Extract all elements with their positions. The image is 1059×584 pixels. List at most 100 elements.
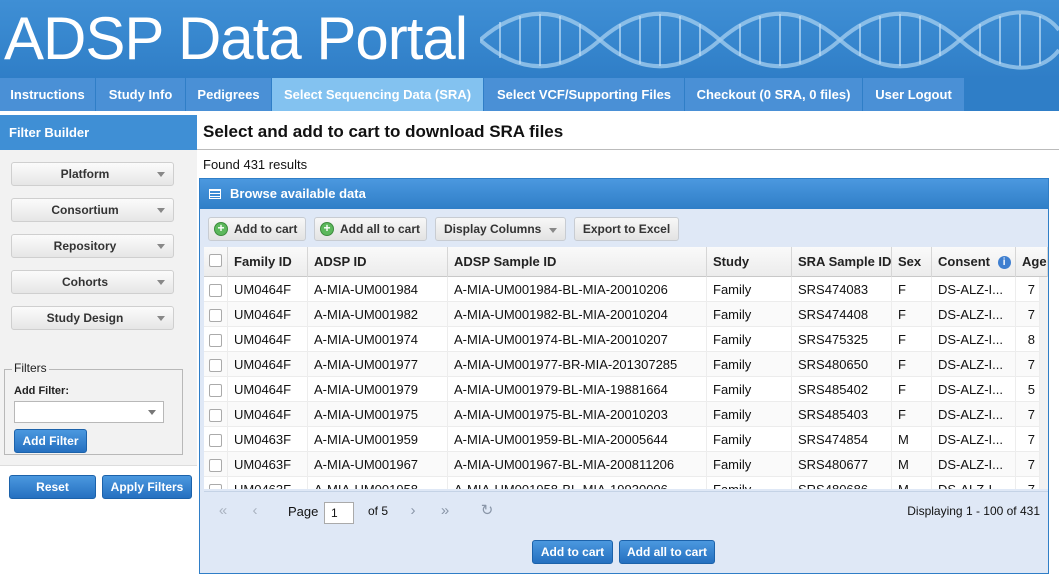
chevron-right-icon[interactable]: › <box>402 500 424 522</box>
cell-family-id: UM0463F <box>228 452 308 477</box>
tab-select-vcf-files[interactable]: Select VCF/Supporting Files <box>484 78 685 111</box>
export-to-excel-button[interactable]: Export to Excel <box>574 217 679 241</box>
tab-checkout[interactable]: Checkout (0 SRA, 0 files) <box>685 78 863 111</box>
add-to-cart-toolbar-button[interactable]: + Add to cart <box>208 217 306 241</box>
add-to-cart-label: Add to cart <box>234 222 298 236</box>
tab-user-logout[interactable]: User Logout <box>863 78 965 111</box>
col-adsp-sample-id[interactable]: ADSP Sample ID <box>448 247 707 277</box>
cell-adsp-sample-id: A-MIA-UM001982-BL-MIA-20010204 <box>448 302 707 327</box>
repository-facet-button[interactable]: Repository <box>11 234 174 258</box>
page-label: Page <box>288 504 319 519</box>
chevron-left-icon[interactable]: ‹ <box>244 500 266 522</box>
cell-study: Family <box>707 352 792 377</box>
chevron-down-icon <box>157 244 165 249</box>
platform-facet-button[interactable]: Platform <box>11 162 174 186</box>
main-content: Select and add to cart to download SRA f… <box>197 111 1059 584</box>
col-sra-sample-id[interactable]: SRA Sample ID <box>792 247 892 277</box>
info-icon[interactable]: i <box>997 256 1011 270</box>
add-filter-select[interactable] <box>14 401 164 423</box>
row-select-cell <box>204 377 228 402</box>
row-select-cell <box>204 427 228 452</box>
row-select-cell <box>204 402 228 427</box>
add-all-to-cart-button[interactable]: Add all to cart <box>619 540 715 564</box>
table-row[interactable]: UM0463F A-MIA-UM001967 A-MIA-UM001967-BL-M… <box>204 452 1048 477</box>
refresh-icon[interactable]: ↻ <box>476 500 498 522</box>
col-sex[interactable]: Sex <box>892 247 932 277</box>
row-select-cell <box>204 352 228 377</box>
main-tab-bar: Instructions Study Info Pedigrees Select… <box>0 78 1059 111</box>
panel-footer: Add to cart Add all to cart <box>200 531 1048 573</box>
cohorts-facet-label: Cohorts <box>62 275 108 289</box>
cell-adsp-id: A-MIA-UM001984 <box>308 277 448 302</box>
cell-family-id: UM0464F <box>228 377 308 402</box>
tab-select-sequencing-data[interactable]: Select Sequencing Data (SRA) <box>272 78 484 111</box>
row-checkbox[interactable] <box>209 459 222 472</box>
chevron-down-icon <box>549 228 557 233</box>
reset-button[interactable]: Reset <box>9 475 96 499</box>
cell-family-id: UM0464F <box>228 277 308 302</box>
tab-study-info[interactable]: Study Info <box>96 78 186 111</box>
filters-legend: Filters <box>12 361 49 375</box>
cell-consent: DS-ALZ-I... <box>932 427 1016 452</box>
cohorts-facet-button[interactable]: Cohorts <box>11 270 174 294</box>
row-checkbox[interactable] <box>209 409 222 422</box>
select-all-cell <box>204 247 228 277</box>
col-family-id[interactable]: Family ID <box>228 247 308 277</box>
filter-sidebar: Filter Builder Platform Consortium Repos… <box>0 115 197 584</box>
cell-adsp-sample-id: A-MIA-UM001975-BL-MIA-20010203 <box>448 402 707 427</box>
row-select-cell <box>204 327 228 352</box>
grid-toolbar: + Add to cart + Add all to cart Display … <box>200 209 1048 247</box>
apply-filters-button[interactable]: Apply Filters <box>102 475 192 499</box>
cell-sra-sample-id: SRS485403 <box>792 402 892 427</box>
col-age[interactable]: Age <box>1016 247 1048 277</box>
double-chevron-left-icon[interactable]: « <box>212 500 234 522</box>
col-adsp-id[interactable]: ADSP ID <box>308 247 448 277</box>
table-row[interactable]: UM0464F A-MIA-UM001974 A-MIA-UM001974-BL-M… <box>204 327 1048 352</box>
cell-consent: DS-ALZ-I... <box>932 452 1016 477</box>
cell-age: 7 <box>1016 477 1040 489</box>
cell-family-id: UM0464F <box>228 302 308 327</box>
grid-header-row: Family ID ADSP ID ADSP Sample ID Study S… <box>204 247 1048 277</box>
col-study[interactable]: Study <box>707 247 792 277</box>
display-columns-button[interactable]: Display Columns <box>435 217 566 241</box>
row-checkbox[interactable] <box>209 359 222 372</box>
table-row[interactable]: UM0464F A-MIA-UM001984 A-MIA-UM001984-BL-M… <box>204 277 1048 302</box>
row-checkbox[interactable] <box>209 484 222 489</box>
tab-pedigrees[interactable]: Pedigrees <box>186 78 272 111</box>
cell-sra-sample-id: SRS475325 <box>792 327 892 352</box>
table-row[interactable]: UM0463F A-MIA-UM001959 A-MIA-UM001959-BL-M… <box>204 427 1048 452</box>
table-row[interactable]: UM0464F A-MIA-UM001975 A-MIA-UM001975-BL-M… <box>204 402 1048 427</box>
row-checkbox[interactable] <box>209 309 222 322</box>
add-to-cart-button[interactable]: Add to cart <box>532 540 613 564</box>
table-row[interactable]: UM0464F A-MIA-UM001977 A-MIA-UM001977-BR-M… <box>204 352 1048 377</box>
cell-adsp-sample-id: A-MIA-UM001974-BL-MIA-20010207 <box>448 327 707 352</box>
table-row[interactable]: UM0464F A-MIA-UM001979 A-MIA-UM001979-BL-M… <box>204 377 1048 402</box>
consortium-facet-button[interactable]: Consortium <box>11 198 174 222</box>
cell-sra-sample-id: SRS480677 <box>792 452 892 477</box>
grid-scrollbar[interactable] <box>1040 277 1048 489</box>
study-design-facet-button[interactable]: Study Design <box>11 306 174 330</box>
col-consent[interactable]: Consent i <box>932 247 1016 277</box>
cell-family-id: UM0464F <box>228 402 308 427</box>
cell-adsp-id: A-MIA-UM001977 <box>308 352 448 377</box>
row-checkbox[interactable] <box>209 384 222 397</box>
add-all-to-cart-toolbar-button[interactable]: + Add all to cart <box>314 217 427 241</box>
tab-instructions[interactable]: Instructions <box>0 78 96 111</box>
select-all-checkbox[interactable] <box>209 254 222 267</box>
platform-facet-label: Platform <box>60 167 110 181</box>
cell-consent: DS-ALZ-I... <box>932 477 1016 489</box>
cell-age: 8 <box>1016 327 1040 352</box>
panel-header: Browse available data <box>200 179 1048 209</box>
page-number-input[interactable]: 1 <box>324 502 354 524</box>
dna-helix-graphic <box>480 10 1059 70</box>
row-checkbox[interactable] <box>209 334 222 347</box>
page-of-label: of 5 <box>368 504 389 518</box>
row-checkbox[interactable] <box>209 284 222 297</box>
cell-study: Family <box>707 402 792 427</box>
double-chevron-right-icon[interactable]: » <box>434 500 456 522</box>
row-checkbox[interactable] <box>209 434 222 447</box>
table-row[interactable]: UM0463FA-MIA-UM001958A-MIA-UM001958-BL-M… <box>204 477 1048 489</box>
panel-title: Browse available data <box>230 186 366 201</box>
add-filter-button[interactable]: Add Filter <box>14 429 87 453</box>
table-row[interactable]: UM0464F A-MIA-UM001982 A-MIA-UM001982-BL-M… <box>204 302 1048 327</box>
